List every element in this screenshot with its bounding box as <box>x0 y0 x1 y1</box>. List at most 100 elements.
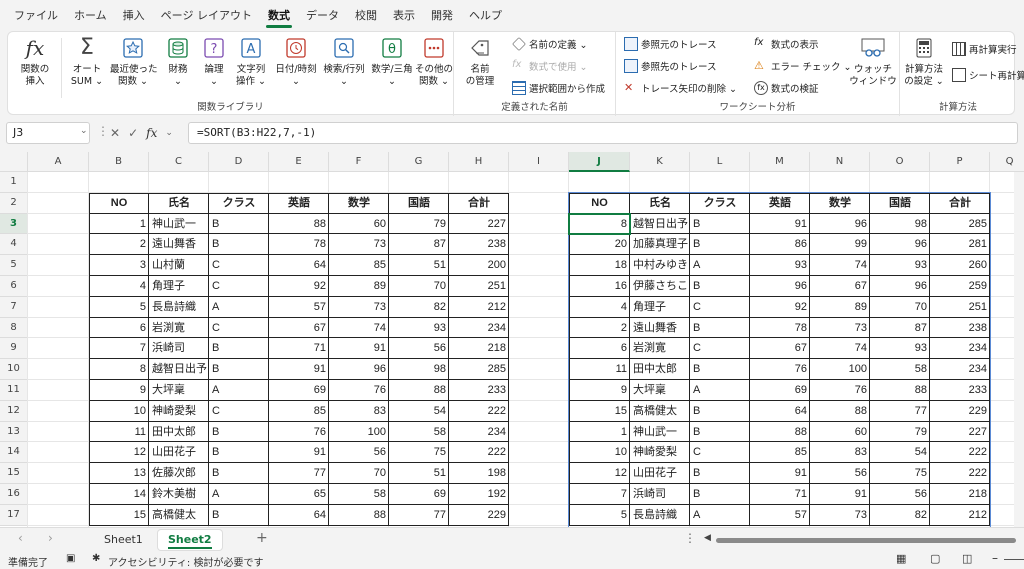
sorted-table-cell[interactable]: 227 <box>930 422 990 443</box>
sorted-table-cell[interactable]: 96 <box>870 234 930 255</box>
sorted-table-cell[interactable]: B <box>690 318 750 339</box>
name-box-dropdown-icon[interactable]: ⌄ <box>80 126 88 136</box>
source-table-cell[interactable]: 浜崎司 <box>149 338 209 359</box>
sorted-table-cell[interactable]: 93 <box>750 255 810 276</box>
tab-5[interactable]: データ <box>298 0 347 32</box>
sorted-table-cell[interactable]: A <box>690 380 750 401</box>
source-table-cell[interactable]: 83 <box>329 401 389 422</box>
sorted-table-cell[interactable]: 1 <box>569 422 630 443</box>
source-table-cell[interactable]: 75 <box>389 442 449 463</box>
source-table-cell[interactable]: B <box>209 338 269 359</box>
sorted-table-cell[interactable]: C <box>690 338 750 359</box>
source-table-cell[interactable]: 12 <box>89 442 149 463</box>
sorted-table-cell[interactable]: 100 <box>810 359 870 380</box>
sorted-table-cell[interactable]: 98 <box>870 214 930 235</box>
remove-arrows-button[interactable]: ✕ トレース矢印の削除 ⌄ <box>624 81 737 95</box>
sorted-table-cell[interactable]: 越智日出予 <box>630 214 690 235</box>
enter-icon[interactable]: ✓ <box>128 126 138 140</box>
source-table-cell[interactable]: 64 <box>269 505 329 526</box>
source-table-cell[interactable]: 85 <box>269 401 329 422</box>
sorted-table-cell[interactable]: 54 <box>870 442 930 463</box>
source-table-cell[interactable]: 山田花子 <box>149 442 209 463</box>
source-table-cell[interactable]: B <box>209 442 269 463</box>
sorted-table-cell[interactable]: 浜崎司 <box>630 484 690 505</box>
sorted-table-cell[interactable]: 82 <box>870 505 930 526</box>
tab-3[interactable]: ページ レイアウト <box>153 0 260 32</box>
error-checking-button[interactable]: ⚠ エラー チェック ⌄ <box>754 59 852 73</box>
tab-2[interactable]: 挿入 <box>115 0 153 32</box>
vertical-scrollbar[interactable] <box>1014 172 1024 527</box>
source-table-cell[interactable]: A <box>209 484 269 505</box>
sorted-table-cell[interactable]: B <box>690 214 750 235</box>
sorted-table-cell[interactable]: 69 <box>750 380 810 401</box>
sorted-table-cell[interactable]: 高橋健太 <box>630 401 690 422</box>
source-table-cell[interactable]: 4 <box>89 276 149 297</box>
sorted-table-cell[interactable]: 9 <box>569 380 630 401</box>
sorted-table-cell[interactable]: 田中太郎 <box>630 359 690 380</box>
sorted-table-cell[interactable]: 8 <box>569 214 630 235</box>
sorted-table-cell[interactable]: 60 <box>810 422 870 443</box>
source-table-cell[interactable]: 234 <box>449 318 509 339</box>
row-header[interactable]: 6 <box>0 276 28 297</box>
source-table-cell[interactable]: 6 <box>89 318 149 339</box>
name-box[interactable]: J3 <box>6 122 90 144</box>
sorted-table-cell[interactable]: 遠山舞香 <box>630 318 690 339</box>
source-table-cell[interactable]: 15 <box>89 505 149 526</box>
row-header[interactable]: 8 <box>0 317 28 339</box>
source-table-cell[interactable]: 7 <box>89 338 149 359</box>
sorted-table-cell[interactable]: 83 <box>810 442 870 463</box>
source-table-cell[interactable]: 233 <box>449 380 509 401</box>
sorted-table-cell[interactable]: 中村みゆき <box>630 255 690 276</box>
sorted-table-cell[interactable]: 角理子 <box>630 297 690 318</box>
source-table-cell[interactable]: 64 <box>269 255 329 276</box>
source-table-cell[interactable]: 88 <box>329 505 389 526</box>
source-table-cell[interactable]: 98 <box>389 359 449 380</box>
sorted-table-cell[interactable]: 222 <box>930 442 990 463</box>
tab-0[interactable]: ファイル <box>6 0 66 32</box>
sorted-table-cell[interactable]: 71 <box>750 484 810 505</box>
source-table-cell[interactable]: 大坪稟 <box>149 380 209 401</box>
normal-view-icon[interactable]: ▦ <box>896 552 906 565</box>
sorted-table-cell[interactable]: 91 <box>750 214 810 235</box>
source-table-cell[interactable]: 69 <box>389 484 449 505</box>
sorted-table-cell[interactable]: 251 <box>930 297 990 318</box>
source-table-cell[interactable]: 285 <box>449 359 509 380</box>
watch-window-button[interactable]: ウォッチ ウィンドウ <box>848 35 898 88</box>
sorted-table-cell[interactable]: 218 <box>930 484 990 505</box>
sorted-table-cell[interactable]: 73 <box>810 318 870 339</box>
sorted-table-cell[interactable]: 92 <box>750 297 810 318</box>
scroll-right-icon[interactable]: › <box>48 531 53 545</box>
source-table-cell[interactable]: B <box>209 422 269 443</box>
sorted-table-cell[interactable]: 260 <box>930 255 990 276</box>
sorted-table-cell[interactable]: 85 <box>750 442 810 463</box>
trace-precedents-button[interactable]: 参照元のトレース <box>624 37 717 51</box>
source-table-cell[interactable]: 遠山舞香 <box>149 234 209 255</box>
source-table-cell[interactable]: 96 <box>329 359 389 380</box>
source-table-cell[interactable]: A <box>209 380 269 401</box>
source-table-cell[interactable]: 76 <box>269 422 329 443</box>
source-table-cell[interactable]: 79 <box>389 214 449 235</box>
column-header[interactable]: N <box>810 152 870 172</box>
sorted-table-cell[interactable]: 伊藤さちこ <box>630 276 690 297</box>
sorted-table-cell[interactable]: 233 <box>930 380 990 401</box>
column-header[interactable]: J <box>569 152 630 172</box>
source-table-cell[interactable]: 佐藤次郎 <box>149 463 209 484</box>
trace-dependents-button[interactable]: 参照先のトレース <box>624 59 717 73</box>
column-header[interactable]: P <box>930 152 990 172</box>
source-table-cell[interactable]: 58 <box>389 422 449 443</box>
sorted-table-cell[interactable]: 76 <box>750 359 810 380</box>
sorted-table-cell[interactable]: 67 <box>750 338 810 359</box>
recent-functions-button[interactable]: 最近使った 関数 ⌄ <box>110 35 158 88</box>
source-table-cell[interactable]: 70 <box>329 463 389 484</box>
column-header[interactable]: I <box>509 152 569 172</box>
more-functions-button[interactable]: その他の 関数 ⌄ <box>414 35 454 88</box>
source-table-cell[interactable]: 222 <box>449 401 509 422</box>
sorted-table-cell[interactable]: C <box>690 297 750 318</box>
source-table-cell[interactable]: 高橋健太 <box>149 505 209 526</box>
source-table-cell[interactable]: 5 <box>89 297 149 318</box>
row-header[interactable]: 3 <box>0 213 28 235</box>
sorted-table-cell[interactable]: 79 <box>870 422 930 443</box>
source-table-cell[interactable]: 91 <box>269 442 329 463</box>
sorted-table-cell[interactable]: 78 <box>750 318 810 339</box>
column-header[interactable]: A <box>28 152 89 172</box>
